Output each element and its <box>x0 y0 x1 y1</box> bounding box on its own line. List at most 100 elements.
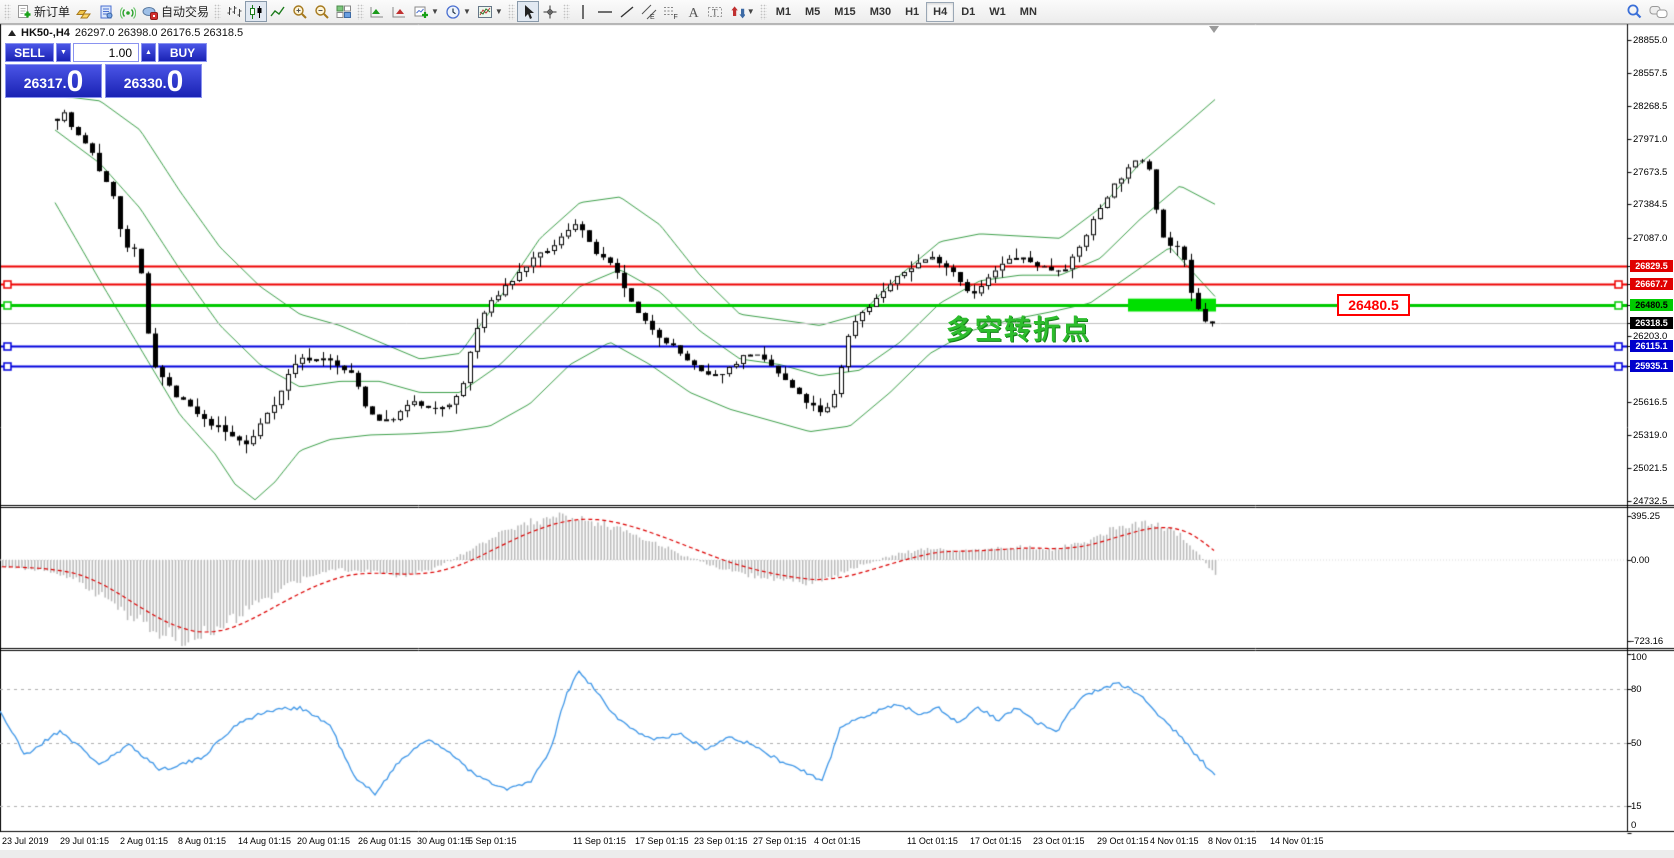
turning-point-annotation[interactable]: 多空转折点 <box>946 308 1091 347</box>
text-button[interactable]: A <box>682 1 704 22</box>
chat-button[interactable] <box>1646 1 1672 22</box>
horizontal-line-button[interactable] <box>594 1 616 22</box>
vertical-line-button[interactable] <box>572 1 594 22</box>
toolbar: 新订单 自动交易 ▼ ▼ ▼ E F A T ▼ M1 M5 M15 M30 H… <box>0 0 1674 24</box>
fibonacci-button[interactable]: F <box>660 1 682 22</box>
zoom-out-button[interactable] <box>311 1 333 22</box>
price-callout-box[interactable]: 26480.5 <box>1337 294 1410 316</box>
volume-up-button[interactable]: ▲ <box>141 43 156 62</box>
timeframe-h1-button[interactable]: H1 <box>898 2 926 22</box>
sell-button[interactable]: SELL <box>5 43 54 62</box>
template-dropdown[interactable]: ▼ <box>474 1 506 22</box>
search-icon <box>1626 3 1643 20</box>
crosshair-button[interactable] <box>539 1 561 22</box>
chevron-down-icon: ▼ <box>746 6 755 16</box>
candlestick-chart-button[interactable] <box>245 1 268 22</box>
new-chart-icon <box>413 4 429 20</box>
chevron-down-icon: ▼ <box>494 6 503 16</box>
timeframe-m30-button[interactable]: M30 <box>863 2 898 22</box>
gold-bar-icon <box>76 4 92 20</box>
toolbar-grip[interactable] <box>759 3 767 20</box>
market-depth-button[interactable] <box>95 1 117 22</box>
timeframe-w1-button[interactable]: W1 <box>982 2 1013 22</box>
trendline-button[interactable] <box>616 1 638 22</box>
periodicity-dropdown[interactable]: ▼ <box>442 1 474 22</box>
ohlc-values: 26297.0 26398.0 26176.5 26318.5 <box>74 27 244 39</box>
timeframe-d1-button[interactable]: D1 <box>954 2 982 22</box>
signals-button[interactable] <box>117 1 139 22</box>
search-button[interactable] <box>1623 1 1646 22</box>
timeframe-h4-button[interactable]: H4 <box>926 1 955 22</box>
timeframe-m5-button[interactable]: M5 <box>798 2 827 22</box>
sell-price-int: 26317 <box>23 75 63 91</box>
toolbar-grip[interactable] <box>214 3 222 20</box>
toolbar-grip[interactable] <box>4 3 11 20</box>
volume-down-button[interactable]: ▼ <box>56 43 71 62</box>
zoom-in-icon <box>292 4 308 20</box>
bar-chart-icon <box>226 4 242 20</box>
clock-icon <box>445 4 461 20</box>
zoom-out-icon <box>314 4 330 20</box>
fibonacci-icon: F <box>663 4 679 20</box>
vertical-line-icon <box>575 4 591 20</box>
chevron-down-icon: ▼ <box>431 6 439 16</box>
volume-input[interactable]: 1.00 <box>73 43 139 62</box>
symbol-up-arrow-icon <box>8 30 16 36</box>
timeframe-mn-button[interactable]: MN <box>1013 2 1044 22</box>
auto-scroll-button[interactable] <box>366 1 388 22</box>
arrows-icon <box>729 4 745 20</box>
line-chart-button[interactable] <box>267 1 289 22</box>
crosshair-icon <box>542 4 558 20</box>
tile-windows-icon <box>336 4 352 20</box>
tile-windows-button[interactable] <box>333 1 355 22</box>
window-bottom-edge <box>0 850 1674 858</box>
text-label-icon: T <box>707 4 723 20</box>
market-depth-icon <box>98 4 114 20</box>
toolbar-grip[interactable] <box>562 3 570 20</box>
trendline-icon <box>619 4 635 20</box>
horizontal-line-icon <box>597 4 613 20</box>
equidistant-channel-button[interactable]: E <box>638 1 660 22</box>
chevron-down-icon: ▼ <box>462 6 471 16</box>
toolbar-grip[interactable] <box>507 3 515 20</box>
auto-scroll-icon <box>369 4 385 20</box>
toolbar-grip[interactable] <box>357 3 365 20</box>
auto-trading-button[interactable]: 自动交易 <box>139 1 212 22</box>
channel-icon: E <box>641 4 657 20</box>
cursor-button[interactable] <box>516 1 539 22</box>
buy-price-int: 26330 <box>123 75 163 91</box>
auto-trading-label: 自动交易 <box>161 5 210 19</box>
line-chart-icon <box>270 4 286 20</box>
timeframe-m15-button[interactable]: M15 <box>827 2 862 22</box>
symbol-period-label: HK50-,H4 <box>21 27 70 39</box>
bar-chart-button[interactable] <box>223 1 245 22</box>
text-icon: A <box>685 4 701 20</box>
new-chart-dropdown[interactable]: ▼ <box>410 1 442 22</box>
chat-icon <box>1649 4 1669 20</box>
buy-price-pips: 0 <box>166 65 184 98</box>
chart-shift-marker[interactable] <box>1209 26 1219 33</box>
buy-button[interactable]: BUY <box>158 43 207 62</box>
timeframe-m1-button[interactable]: M1 <box>769 2 798 22</box>
chart-title: HK50-,H4 26297.0 26398.0 26176.5 26318.5 <box>8 27 243 39</box>
gold-instrument-button[interactable] <box>73 1 95 22</box>
chart-canvas[interactable] <box>0 0 1674 858</box>
svg-text:E: E <box>650 14 655 20</box>
zoom-in-button[interactable] <box>289 1 311 22</box>
timeframe-group: M1 M5 M15 M30 H1 H4 D1 W1 MN <box>769 1 1044 22</box>
new-order-button[interactable]: 新订单 <box>13 1 73 22</box>
arrows-dropdown[interactable]: ▼ <box>726 1 758 22</box>
auto-trading-icon <box>142 4 159 20</box>
sell-price[interactable]: 26317. 0 <box>5 64 102 98</box>
buy-price[interactable]: 26330. 0 <box>105 64 202 98</box>
svg-text:A: A <box>688 6 699 20</box>
new-order-label: 新订单 <box>34 5 71 19</box>
svg-text:F: F <box>673 14 677 20</box>
new-order-icon <box>16 4 32 20</box>
signal-icon <box>120 4 137 20</box>
one-click-trading-panel: SELL ▼ 1.00 ▲ BUY 26317. 0 26330. 0 <box>5 43 207 98</box>
chart-shift-icon <box>391 4 407 20</box>
text-label-button[interactable]: T <box>704 1 726 22</box>
chart-shift-button[interactable] <box>388 1 410 22</box>
svg-text:T: T <box>712 7 718 17</box>
